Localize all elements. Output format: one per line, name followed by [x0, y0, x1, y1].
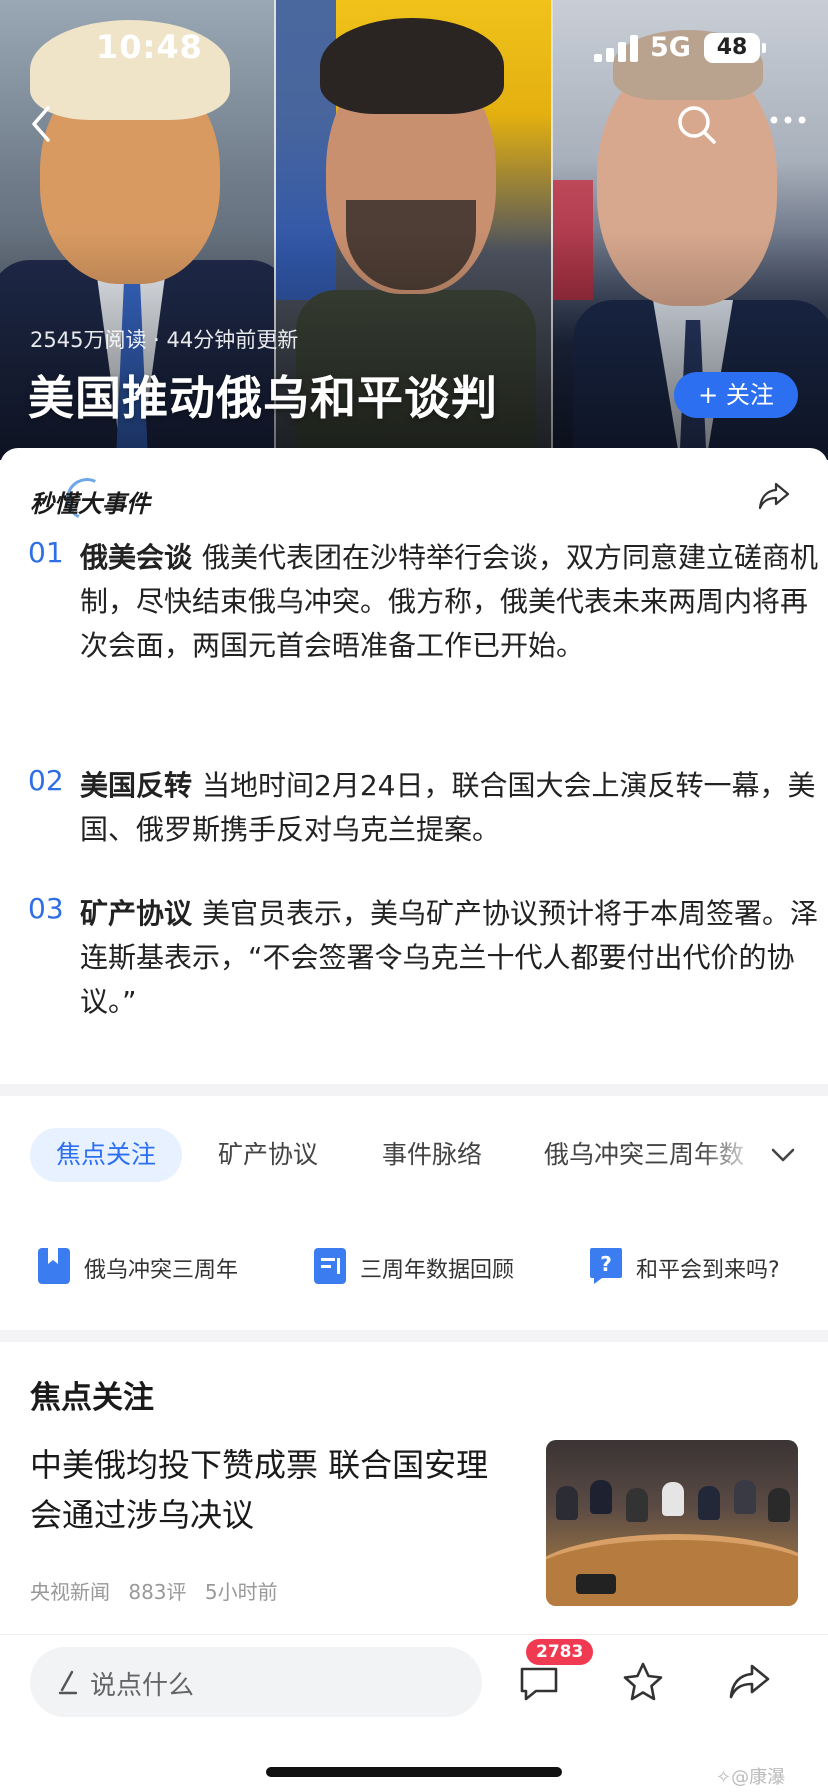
comment-count-badge: 2783 — [526, 1639, 594, 1665]
more-icon[interactable] — [760, 96, 816, 152]
bookmark-icon — [36, 1246, 72, 1286]
item-number: 01 — [28, 536, 64, 569]
comment-input[interactable]: 说点什么 — [30, 1647, 482, 1717]
news-meta: 央视新闻 883评 5小时前 — [30, 1576, 290, 1605]
brand-title: 秒懂大事件 — [30, 490, 150, 518]
quick-link-anniversary[interactable]: 俄乌冲突三周年 — [36, 1244, 276, 1290]
news-comment-count: 883评 — [128, 1580, 187, 1604]
hero-banner: 10:48 5G 48 2545万阅读 · 44分钟前更新 美国推动俄乌和平谈判… — [0, 0, 828, 460]
news-source: 央视新闻 — [30, 1580, 110, 1604]
section-divider — [0, 1330, 828, 1342]
signal-icon — [594, 34, 640, 62]
hero-title: 美国推动俄乌和平谈判 — [28, 371, 498, 425]
network-type: 5G — [650, 32, 691, 63]
pen-icon — [56, 1669, 80, 1695]
question-icon: ? — [588, 1246, 624, 1286]
chevron-down-icon[interactable] — [766, 1138, 800, 1172]
document-icon — [312, 1246, 348, 1286]
summary-item-3[interactable]: 03 矿产协议 美官员表示，美乌矿产协议预计将于本周签署。泽连斯基表示，“不会签署… — [28, 892, 818, 1024]
news-title[interactable]: 中美俄均投下赞成票 联合国安理会通过涉乌决议 — [30, 1440, 516, 1540]
quick-link-label: 和平会到来吗? — [636, 1258, 780, 1283]
quick-link-label: 俄乌冲突三周年 — [84, 1258, 239, 1283]
home-indicator — [266, 1767, 562, 1777]
battery-icon: 48 — [704, 33, 766, 63]
item-keyword: 矿产协议 — [80, 897, 193, 930]
summary-item-1[interactable]: 01 俄美会谈 俄美代表团在沙特举行会谈，双方同意建立磋商机制，尽快结束俄乌冲突。… — [28, 536, 818, 708]
news-time: 5小时前 — [204, 1580, 278, 1604]
item-keyword: 俄美会谈 — [80, 541, 193, 574]
back-icon[interactable] — [14, 96, 70, 152]
item-number: 02 — [28, 764, 64, 797]
hero-read-count: 2545万阅读 · 44分钟前更新 — [30, 328, 299, 352]
news-thumbnail[interactable] — [546, 1440, 798, 1606]
comment-placeholder: 说点什么 — [90, 1671, 195, 1701]
share-icon[interactable] — [756, 478, 792, 514]
item-number: 03 — [28, 892, 64, 925]
section-divider — [0, 1084, 828, 1096]
bottom-action-bar: 说点什么 2783 ✧@康瀑 — [0, 1634, 828, 1792]
summary-card: 秒懂大事件 01 俄美会谈 俄美代表团在沙特举行会谈，双方同意建立磋商机制，尽快结… — [0, 448, 828, 1084]
star-icon[interactable] — [618, 1657, 668, 1707]
svg-text:?: ? — [600, 1252, 612, 1276]
topic-tabs: 焦点关注 矿产协议 事件脉络 俄乌冲突三周年数 — [0, 1124, 828, 1186]
item-keyword: 美国反转 — [80, 769, 193, 802]
section-heading: 焦点关注 — [30, 1380, 154, 1416]
quick-link-peace-question[interactable]: ? 和平会到来吗? — [588, 1244, 808, 1290]
tab-mineral-deal[interactable]: 矿产协议 — [218, 1128, 318, 1182]
share-icon[interactable] — [724, 1657, 774, 1707]
tab-timeline[interactable]: 事件脉络 — [382, 1128, 482, 1182]
status-time: 10:48 — [96, 28, 203, 66]
follow-button[interactable]: + 关注 — [674, 372, 798, 418]
status-bar: 10:48 5G 48 — [0, 0, 828, 96]
tab-focus[interactable]: 焦点关注 — [30, 1128, 183, 1182]
quick-link-label: 三周年数据回顾 — [360, 1258, 515, 1283]
quick-link-data-review[interactable]: 三周年数据回顾 — [312, 1244, 552, 1290]
watermark: ✧@康瀑 — [716, 1767, 786, 1788]
summary-item-2[interactable]: 02 美国反转 当地时间2月24日，联合国大会上演反转一幕，美国、俄罗斯携手反对乌… — [28, 764, 815, 852]
search-icon[interactable] — [668, 96, 724, 152]
